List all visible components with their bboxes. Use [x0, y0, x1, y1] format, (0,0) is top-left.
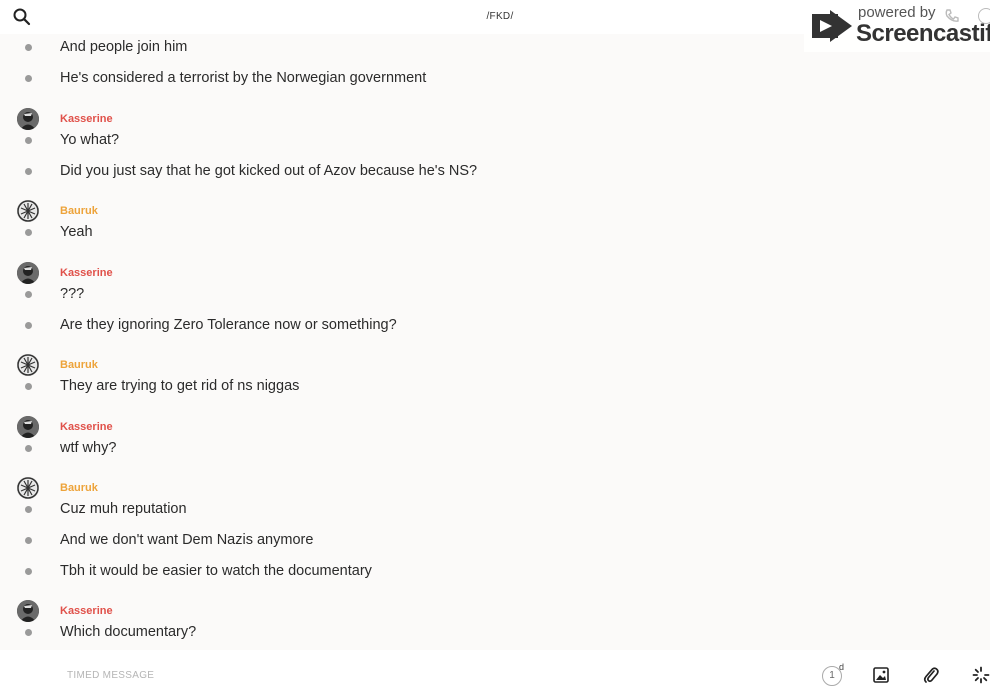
message-text: Cuz muh reputation	[60, 501, 187, 517]
paperclip-icon[interactable]	[923, 666, 939, 684]
message-text: Tbh it would be easier to watch the docu…	[60, 563, 372, 579]
bullet-icon	[25, 168, 32, 175]
image-icon[interactable]	[873, 667, 889, 683]
sender-name[interactable]: Bauruk	[60, 205, 98, 217]
message-text: And we don't want Dem Nazis anymore	[60, 532, 314, 548]
message-text: Yo what?	[60, 132, 120, 148]
bullet-icon	[25, 44, 32, 51]
message-text: wtf why?	[60, 440, 117, 456]
timer-unit: d	[839, 662, 845, 672]
message-text: And people join him	[60, 39, 188, 55]
phone-icon[interactable]	[944, 8, 960, 24]
message-feed: And people join him He's considered a te…	[0, 34, 990, 648]
message-text: They are trying to get rid of ns niggas	[60, 378, 300, 394]
bullet-icon	[25, 383, 32, 390]
bullet-icon	[25, 137, 32, 144]
message-text: Yeah	[60, 224, 93, 240]
sender-name[interactable]: Kasserine	[60, 605, 113, 617]
bullet-icon	[25, 291, 32, 298]
message-text: ???	[60, 286, 85, 302]
avatar-kasserine[interactable]	[17, 416, 39, 438]
message-text: Are they ignoring Zero Tolerance now or …	[60, 317, 397, 333]
bullet-icon	[25, 568, 32, 575]
avatar-bauruk[interactable]	[17, 354, 39, 376]
message-text: Did you just say that he got kicked out …	[60, 163, 478, 179]
avatar-kasserine[interactable]	[17, 108, 39, 130]
sender-name[interactable]: Kasserine	[60, 267, 113, 279]
timer-button[interactable]: 1 d	[822, 662, 848, 688]
bullet-icon	[25, 506, 32, 513]
avatar-bauruk[interactable]	[17, 477, 39, 499]
bullet-icon	[25, 445, 32, 452]
sender-name[interactable]: Bauruk	[60, 482, 98, 494]
bullet-icon	[25, 322, 32, 329]
avatar-kasserine[interactable]	[17, 600, 39, 622]
sparkle-icon[interactable]	[972, 666, 990, 684]
message-input[interactable]	[67, 666, 667, 684]
bullet-icon	[25, 75, 32, 82]
bullet-icon	[25, 629, 32, 636]
avatar-bauruk[interactable]	[17, 200, 39, 222]
info-icon[interactable]	[978, 8, 990, 24]
avatar-kasserine[interactable]	[17, 262, 39, 284]
bullet-icon	[25, 229, 32, 236]
bullet-icon	[25, 537, 32, 544]
sender-name[interactable]: Kasserine	[60, 113, 113, 125]
composer-bar: 1 d	[0, 650, 990, 700]
message-text: He's considered a terrorist by the Norwe…	[60, 70, 427, 86]
message-text: Which documentary?	[60, 624, 197, 640]
watermark-powered-by: powered by	[858, 4, 936, 21]
sender-name[interactable]: Kasserine	[60, 421, 113, 433]
sender-name[interactable]: Bauruk	[60, 359, 98, 371]
